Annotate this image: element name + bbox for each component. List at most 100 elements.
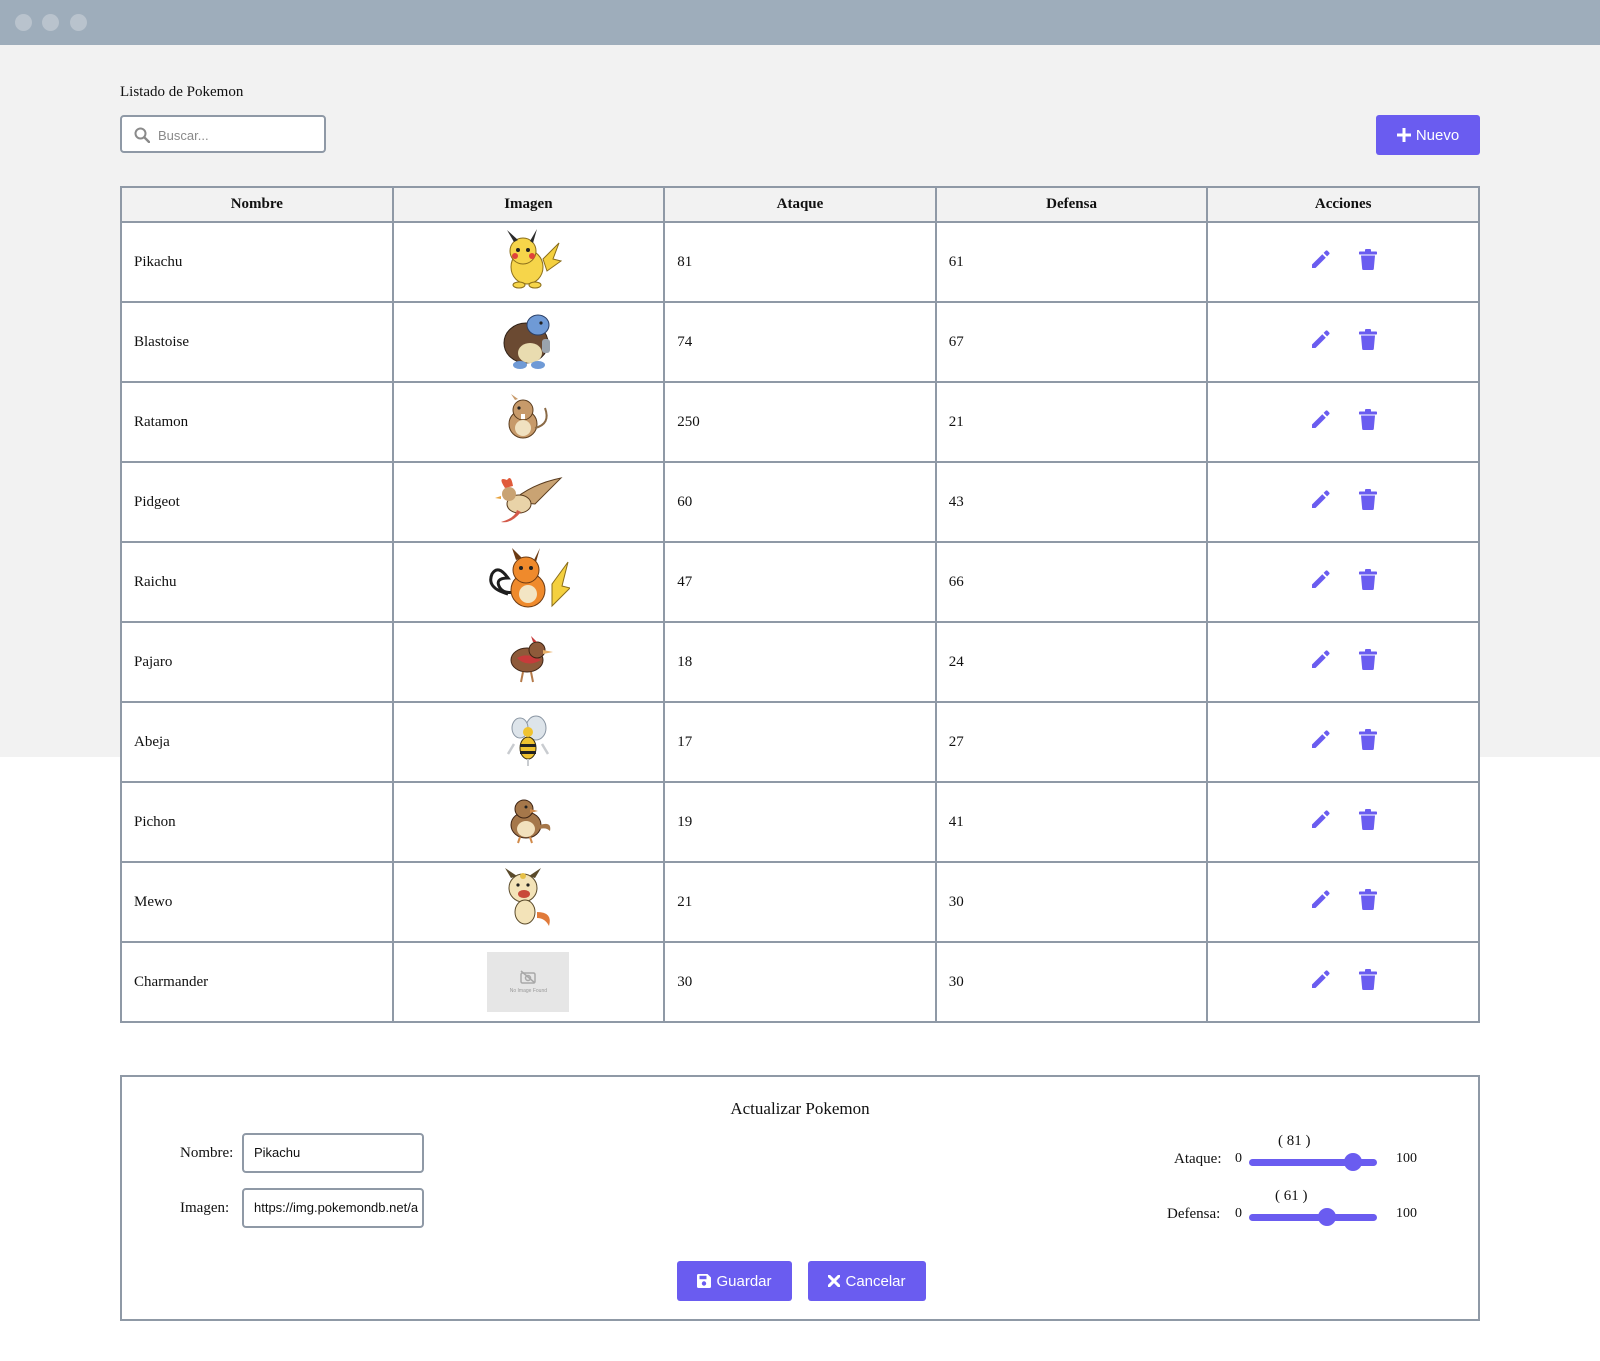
trash-icon	[1359, 409, 1378, 430]
window-control-minimize[interactable]	[42, 14, 59, 31]
cell-defense: 66	[934, 541, 1209, 623]
delete-button[interactable]	[1359, 489, 1378, 515]
search-icon	[134, 127, 150, 143]
pencil-icon	[1312, 729, 1330, 748]
cell-image	[391, 541, 666, 623]
pokemon-image	[501, 634, 555, 691]
attack-value-display: ( 81 )	[1278, 1133, 1311, 1149]
column-header-acciones: Acciones	[1206, 186, 1480, 223]
cell-name: Pajaro	[120, 621, 394, 703]
column-header-defensa[interactable]: Defensa	[934, 186, 1209, 223]
delete-button[interactable]	[1359, 889, 1378, 915]
delete-button[interactable]	[1359, 809, 1378, 835]
edit-button[interactable]	[1309, 329, 1331, 356]
cancel-button-label: Cancelar	[845, 1272, 906, 1290]
cell-attack: 30	[663, 941, 937, 1023]
trash-icon	[1359, 809, 1378, 830]
pokemon-image	[506, 714, 550, 771]
cell-attack: 18	[663, 621, 937, 703]
delete-button[interactable]	[1359, 729, 1378, 755]
delete-button[interactable]	[1359, 249, 1378, 275]
pencil-icon	[1312, 969, 1330, 988]
edit-button[interactable]	[1309, 409, 1331, 436]
attack-slider-thumb[interactable]	[1343, 1153, 1362, 1171]
pokemon-image	[491, 474, 565, 531]
search-box[interactable]	[120, 115, 326, 153]
edit-button[interactable]	[1309, 969, 1331, 996]
attack-slider[interactable]	[1249, 1153, 1377, 1171]
column-header-imagen[interactable]: Imagen	[391, 186, 666, 223]
save-button[interactable]: Guardar	[677, 1261, 792, 1301]
cell-actions	[1206, 781, 1480, 863]
trash-icon	[1359, 969, 1378, 990]
cell-name: Pichon	[120, 781, 394, 863]
delete-button[interactable]	[1359, 329, 1378, 355]
delete-button[interactable]	[1359, 969, 1378, 995]
pokemon-image	[497, 867, 559, 937]
cell-name: Pikachu	[120, 221, 394, 303]
pokemon-image	[493, 228, 563, 296]
window-titlebar	[0, 0, 1600, 45]
column-header-nombre[interactable]: Nombre	[120, 186, 394, 223]
cell-image	[391, 621, 666, 703]
name-field[interactable]: Pikachu	[242, 1133, 424, 1173]
edit-button[interactable]	[1309, 889, 1331, 916]
cell-actions	[1206, 221, 1480, 303]
cancel-button[interactable]: Cancelar	[808, 1261, 926, 1301]
attack-min: 0	[1235, 1151, 1242, 1166]
no-image-icon	[520, 970, 537, 984]
image-label: Imagen:	[180, 1200, 230, 1216]
window-control-maximize[interactable]	[70, 14, 87, 31]
save-button-label: Guardar	[716, 1272, 772, 1290]
trash-icon	[1359, 889, 1378, 910]
edit-button[interactable]	[1309, 489, 1331, 516]
cell-image	[391, 301, 666, 383]
cell-attack: 21	[663, 861, 937, 943]
floppy-disk-icon	[697, 1274, 712, 1288]
pencil-icon	[1312, 249, 1330, 268]
pokemon-image	[486, 547, 572, 617]
pokemon-image	[501, 393, 555, 451]
edit-button[interactable]	[1309, 569, 1331, 596]
cell-attack: 74	[663, 301, 937, 383]
table-row: Blastoise 74 67	[120, 301, 1480, 383]
defense-value-display: ( 61 )	[1275, 1188, 1308, 1204]
delete-button[interactable]	[1359, 569, 1378, 595]
trash-icon	[1359, 489, 1378, 510]
cell-name: Pidgeot	[120, 461, 394, 543]
table-header-row: Nombre Imagen Ataque Defensa Acciones	[120, 186, 1480, 223]
new-pokemon-button[interactable]: Nuevo	[1376, 115, 1480, 155]
table-row: Raichu 47 66	[120, 541, 1480, 623]
pokemon-table: Nombre Imagen Ataque Defensa Acciones Pi…	[120, 186, 1480, 1023]
delete-button[interactable]	[1359, 409, 1378, 435]
table-row: Abeja 17 27	[120, 701, 1480, 783]
image-url-field[interactable]: https://img.pokemondb.net/a	[242, 1188, 424, 1228]
window-control-close[interactable]	[15, 14, 32, 31]
column-header-ataque[interactable]: Ataque	[663, 186, 937, 223]
delete-button[interactable]	[1359, 649, 1378, 675]
defense-slider[interactable]	[1249, 1208, 1377, 1226]
cell-name: Raichu	[120, 541, 394, 623]
edit-button[interactable]	[1309, 729, 1331, 756]
table-row: Pidgeot 60 43	[120, 461, 1480, 543]
cell-image	[391, 701, 666, 783]
pencil-icon	[1312, 889, 1330, 908]
cell-defense: 30	[934, 941, 1209, 1023]
defense-slider-thumb[interactable]	[1318, 1208, 1337, 1226]
edit-button[interactable]	[1309, 649, 1331, 676]
table-row: Charmander No Image Found 30 30	[120, 941, 1480, 1023]
search-input[interactable]	[156, 123, 320, 147]
new-button-label: Nuevo	[1415, 126, 1460, 144]
trash-icon	[1359, 329, 1378, 350]
cell-actions	[1206, 381, 1480, 463]
defense-max: 100	[1396, 1206, 1417, 1221]
no-image-placeholder: No Image Found	[487, 952, 570, 1012]
pencil-icon	[1312, 329, 1330, 348]
trash-icon	[1359, 569, 1378, 590]
cell-image	[391, 461, 666, 543]
cell-attack: 47	[663, 541, 937, 623]
table-row: Pajaro 18 24	[120, 621, 1480, 703]
cell-name: Blastoise	[120, 301, 394, 383]
edit-button[interactable]	[1309, 249, 1331, 276]
edit-button[interactable]	[1309, 809, 1331, 836]
